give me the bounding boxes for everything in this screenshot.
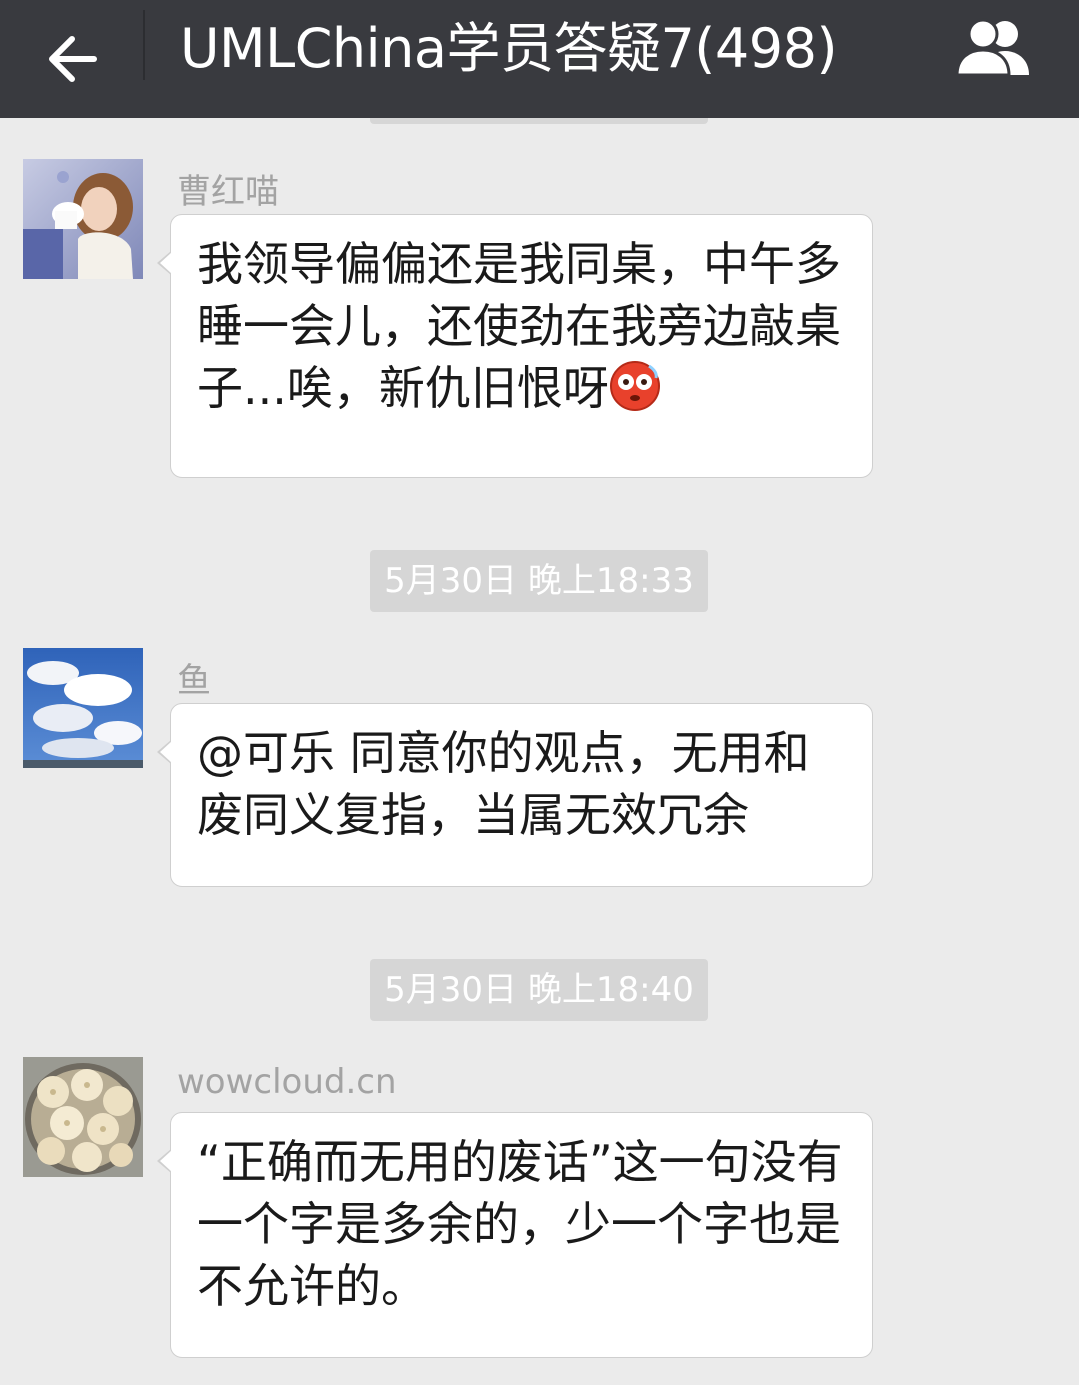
back-button[interactable] — [26, 14, 118, 104]
sender-name: 曹红喵 — [177, 172, 279, 212]
message-text: @可乐 同意你的观点，无用和废同义复指，当属无效冗余 — [197, 726, 810, 842]
sky-clouds-photo-avatar — [23, 648, 143, 768]
group-members-button[interactable] — [940, 8, 1050, 88]
message-bubble[interactable]: @可乐 同意你的观点，无用和废同义复指，当属无效冗余 — [157, 703, 873, 887]
steamed-buns-photo-avatar — [23, 1057, 143, 1177]
sender-name: wowcloud.cn — [177, 1062, 397, 1102]
flushed-face-emoji — [609, 361, 660, 411]
header-divider — [143, 10, 145, 80]
chat-title: UMLChina学员答疑7(498) — [180, 17, 838, 80]
message-text: 我领导偏偏还是我同桌，中午多睡一会儿，还使劲在我旁边敲桌子...唉，新仇旧恨呀 — [197, 237, 841, 415]
timestamp-divider: 5月30日 晚上18:40 — [370, 959, 708, 1021]
avatar-wowcloud[interactable] — [23, 1057, 143, 1177]
message-text: “正确而无用的废话”这一句没有一个字是多余的，少一个字也是不允许的。 — [197, 1135, 843, 1313]
arrow-left-icon — [49, 36, 97, 82]
chat-header: UMLChina学员答疑7(498) — [0, 0, 1079, 118]
message-bubble[interactable]: 我领导偏偏还是我同桌，中午多睡一会儿，还使劲在我旁边敲桌子...唉，新仇旧恨呀 — [157, 214, 873, 478]
sender-name: 鱼 — [177, 661, 211, 701]
group-members-icon — [955, 18, 1029, 77]
timestamp-stub — [370, 118, 708, 124]
girl-photo-avatar — [23, 159, 143, 279]
avatar-caohongmiao[interactable] — [23, 159, 143, 279]
timestamp-divider: 5月30日 晚上18:33 — [370, 550, 708, 612]
avatar-yu[interactable] — [23, 648, 143, 768]
message-bubble[interactable]: “正确而无用的废话”这一句没有一个字是多余的，少一个字也是不允许的。 — [157, 1112, 873, 1358]
